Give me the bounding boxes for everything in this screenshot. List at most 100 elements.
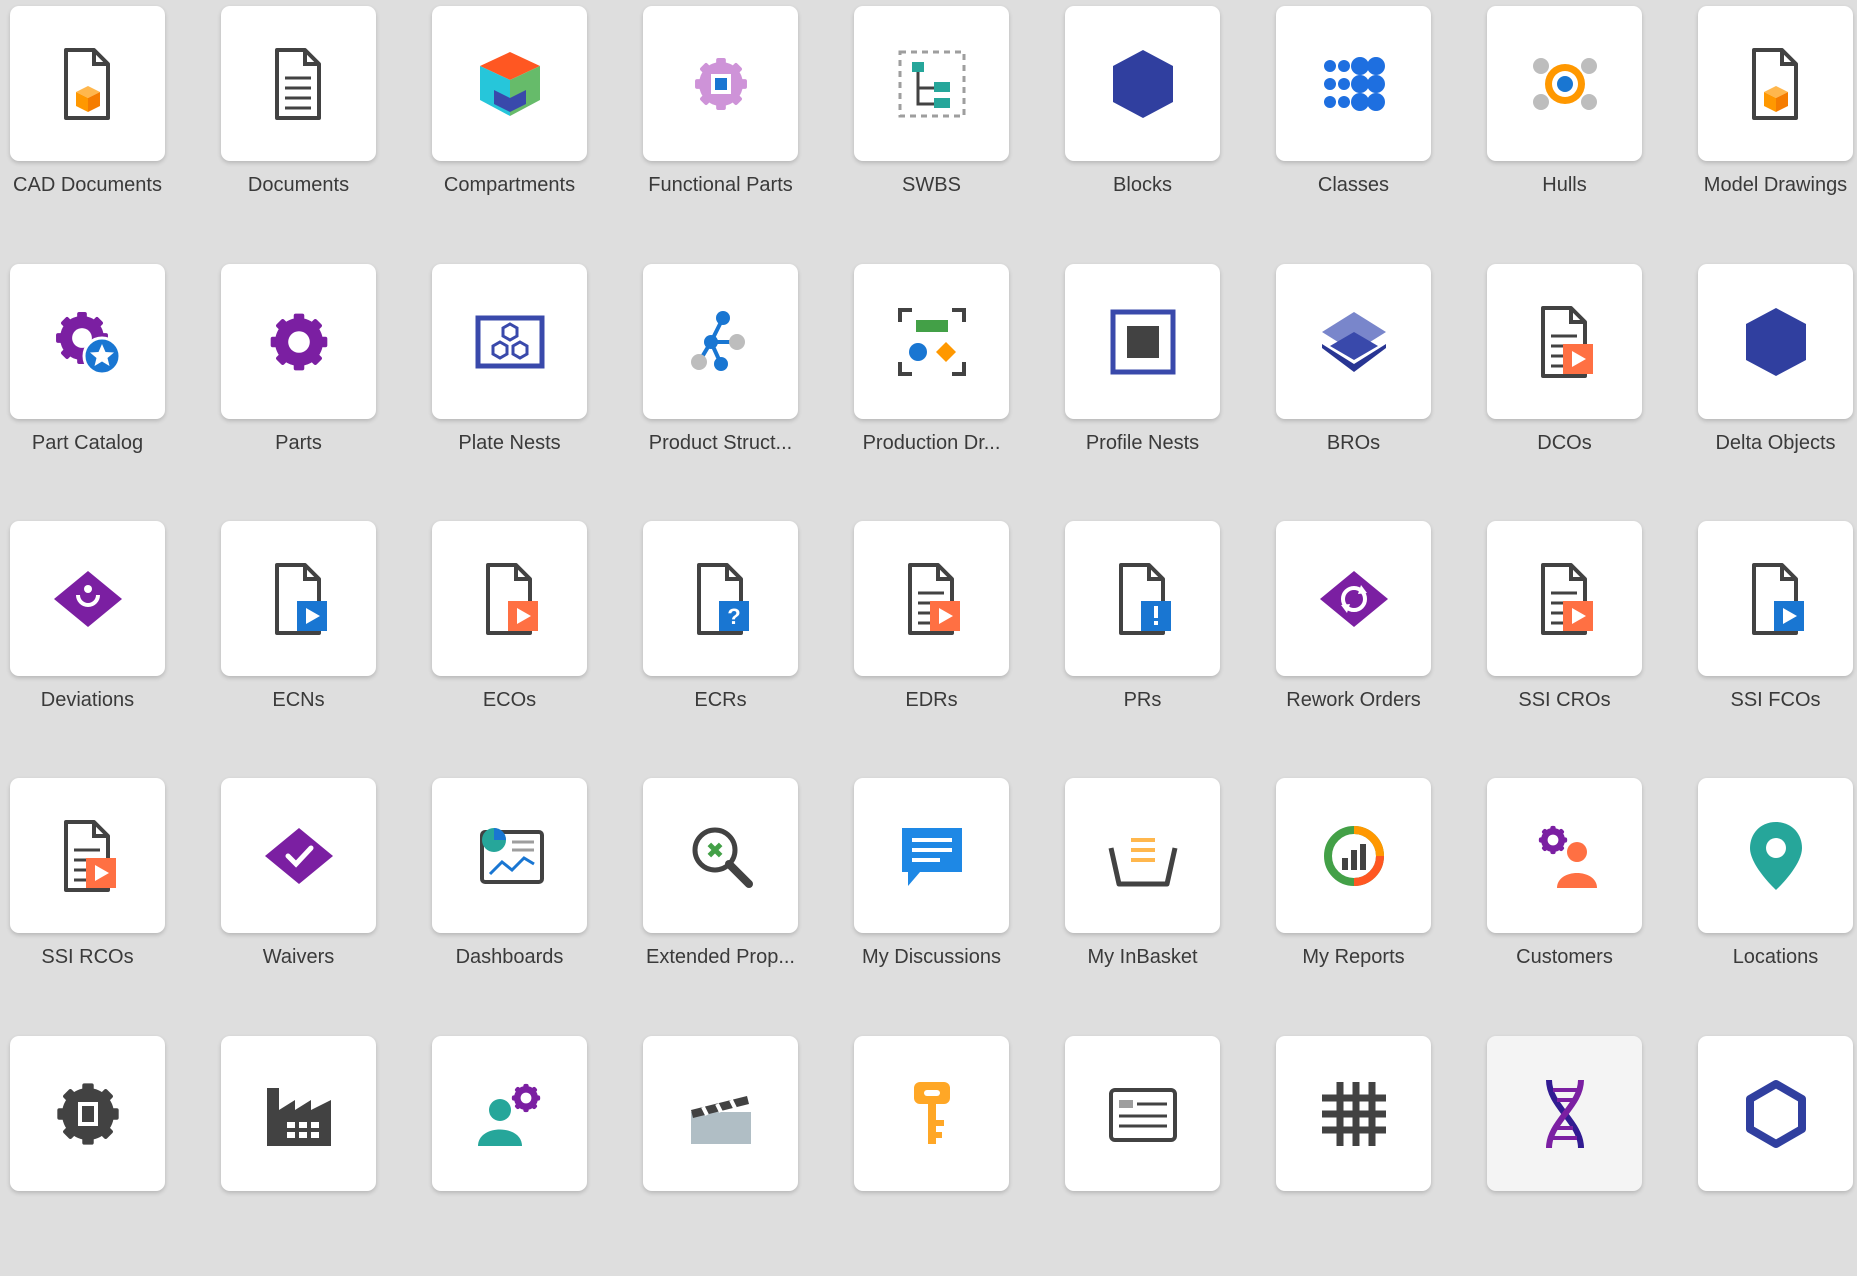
app-tile-ssi-cros[interactable]: SSI CROs — [1487, 521, 1698, 761]
app-tile-ecns[interactable]: ECNs — [221, 521, 432, 761]
app-tile-card[interactable] — [221, 6, 376, 161]
app-tile-card[interactable] — [1487, 778, 1642, 933]
app-tile-card[interactable] — [643, 1036, 798, 1191]
app-tile-card[interactable] — [643, 778, 798, 933]
app-tile-ecrs[interactable]: ? ECRs — [643, 521, 854, 761]
app-tile-card[interactable] — [854, 1036, 1009, 1191]
app-tile-card[interactable] — [432, 521, 587, 676]
app-tile-documents[interactable]: Documents — [221, 6, 432, 246]
app-tile-card[interactable] — [643, 6, 798, 161]
app-tile-production-dr[interactable]: Production Dr... — [854, 264, 1065, 504]
app-tile-cad-documents[interactable]: CAD Documents — [10, 6, 221, 246]
app-tile-blocks[interactable]: Blocks — [1065, 6, 1276, 246]
app-tile-card[interactable] — [1487, 521, 1642, 676]
app-tile-waivers[interactable]: Waivers — [221, 778, 432, 1018]
app-tile-card[interactable] — [854, 6, 1009, 161]
app-tile-gear-chip-icon[interactable] — [10, 1036, 221, 1276]
app-tile-ssi-fcos[interactable]: SSI FCOs — [1698, 521, 1857, 761]
app-tile-card[interactable] — [221, 264, 376, 419]
app-tile-hulls[interactable]: Hulls — [1487, 6, 1698, 246]
app-tile-card[interactable] — [10, 264, 165, 419]
app-tile-card[interactable] — [1065, 264, 1220, 419]
app-tile-grid-hash-icon[interactable] — [1276, 1036, 1487, 1276]
app-tile-dna-icon[interactable] — [1487, 1036, 1698, 1276]
app-tile-my-reports[interactable]: My Reports — [1276, 778, 1487, 1018]
app-tile-swbs[interactable]: SWBS — [854, 6, 1065, 246]
app-tile-card[interactable] — [10, 521, 165, 676]
app-tile-card[interactable] — [432, 1036, 587, 1191]
app-tile-label: Hulls — [1542, 174, 1587, 196]
classes-dots-icon — [1316, 46, 1392, 122]
edr-document-icon — [894, 561, 970, 637]
app-tile-card[interactable] — [1276, 264, 1431, 419]
app-tile-user-gear-icon[interactable] — [432, 1036, 643, 1276]
app-tile-card[interactable] — [1698, 6, 1853, 161]
app-tile-classes[interactable]: Classes — [1276, 6, 1487, 246]
app-tile-ssi-rcos[interactable]: SSI RCOs — [10, 778, 221, 1018]
app-tile-card[interactable] — [221, 778, 376, 933]
app-tile-plate-nests[interactable]: Plate Nests — [432, 264, 643, 504]
app-tile-card[interactable] — [1698, 264, 1853, 419]
app-tile-card[interactable] — [10, 778, 165, 933]
app-tile-label: EDRs — [905, 689, 958, 711]
app-tile-card[interactable] — [1698, 1036, 1853, 1191]
app-tile-card[interactable] — [221, 521, 376, 676]
app-tile-card[interactable] — [1276, 1036, 1431, 1191]
app-tile-card[interactable] — [1276, 778, 1431, 933]
app-tile-extended-prop[interactable]: Extended Prop... — [643, 778, 854, 1018]
app-tile-card[interactable] — [432, 6, 587, 161]
app-tile-label: Waivers — [262, 946, 335, 968]
app-tile-card[interactable] — [1065, 778, 1220, 933]
app-tile-model-drawings[interactable]: Model Drawings — [1698, 6, 1857, 246]
app-tile-card[interactable] — [1487, 6, 1642, 161]
app-tile-dcos[interactable]: DCOs — [1487, 264, 1698, 504]
app-tile-locations[interactable]: Locations — [1698, 778, 1857, 1018]
app-tile-label: Model Drawings — [1703, 174, 1848, 196]
app-tile-card[interactable] — [1065, 1036, 1220, 1191]
app-tile-hexagon-outline-icon[interactable] — [1698, 1036, 1857, 1276]
app-tile-card[interactable] — [221, 1036, 376, 1191]
app-tile-card[interactable] — [1487, 1036, 1642, 1191]
app-tile-card[interactable] — [854, 264, 1009, 419]
app-tile-functional-parts[interactable]: Functional Parts — [643, 6, 854, 246]
app-tile-profile-nests[interactable]: Profile Nests — [1065, 264, 1276, 504]
app-tile-rework-orders[interactable]: Rework Orders — [1276, 521, 1487, 761]
app-tile-part-catalog[interactable]: Part Catalog — [10, 264, 221, 504]
app-tile-prs[interactable]: PRs — [1065, 521, 1276, 761]
app-tile-card[interactable] — [1698, 521, 1853, 676]
app-tile-card[interactable] — [1065, 521, 1220, 676]
app-tile-card[interactable] — [10, 1036, 165, 1191]
app-tile-key-icon[interactable] — [854, 1036, 1065, 1276]
app-tile-card[interactable] — [1065, 6, 1220, 161]
app-tile-form-card-icon[interactable] — [1065, 1036, 1276, 1276]
app-tile-card[interactable] — [10, 6, 165, 161]
app-tile-card[interactable] — [1276, 6, 1431, 161]
app-tile-compartments[interactable]: Compartments — [432, 6, 643, 246]
app-tile-bros[interactable]: BROs — [1276, 264, 1487, 504]
app-tile-label: My Reports — [1302, 946, 1405, 968]
app-tile-clapperboard-icon[interactable] — [643, 1036, 854, 1276]
app-tile-parts[interactable]: Parts — [221, 264, 432, 504]
app-tile-label: Locations — [1732, 946, 1819, 968]
app-tile-card[interactable] — [1276, 521, 1431, 676]
app-tile-card[interactable] — [1698, 778, 1853, 933]
app-tile-card[interactable]: ? — [643, 521, 798, 676]
app-tile-product-struct[interactable]: Product Struct... — [643, 264, 854, 504]
app-tile-dashboards[interactable]: Dashboards — [432, 778, 643, 1018]
app-tile-ecos[interactable]: ECOs — [432, 521, 643, 761]
app-tile-deviations[interactable]: Deviations — [10, 521, 221, 761]
app-tile-customers[interactable]: Customers — [1487, 778, 1698, 1018]
app-tile-my-discussions[interactable]: My Discussions — [854, 778, 1065, 1018]
app-tile-card[interactable] — [854, 778, 1009, 933]
app-tile-card[interactable] — [854, 521, 1009, 676]
customer-icon — [1527, 818, 1603, 894]
app-tile-card[interactable] — [643, 264, 798, 419]
app-tile-card[interactable] — [1487, 264, 1642, 419]
app-tile-factory-icon[interactable] — [221, 1036, 432, 1276]
app-tile-delta-objects[interactable]: Delta Objects — [1698, 264, 1857, 504]
app-tile-card[interactable] — [432, 778, 587, 933]
app-tile-my-inbasket[interactable]: My InBasket — [1065, 778, 1276, 1018]
app-tile-card[interactable] — [432, 264, 587, 419]
part-gear-icon — [261, 304, 337, 380]
app-tile-edrs[interactable]: EDRs — [854, 521, 1065, 761]
